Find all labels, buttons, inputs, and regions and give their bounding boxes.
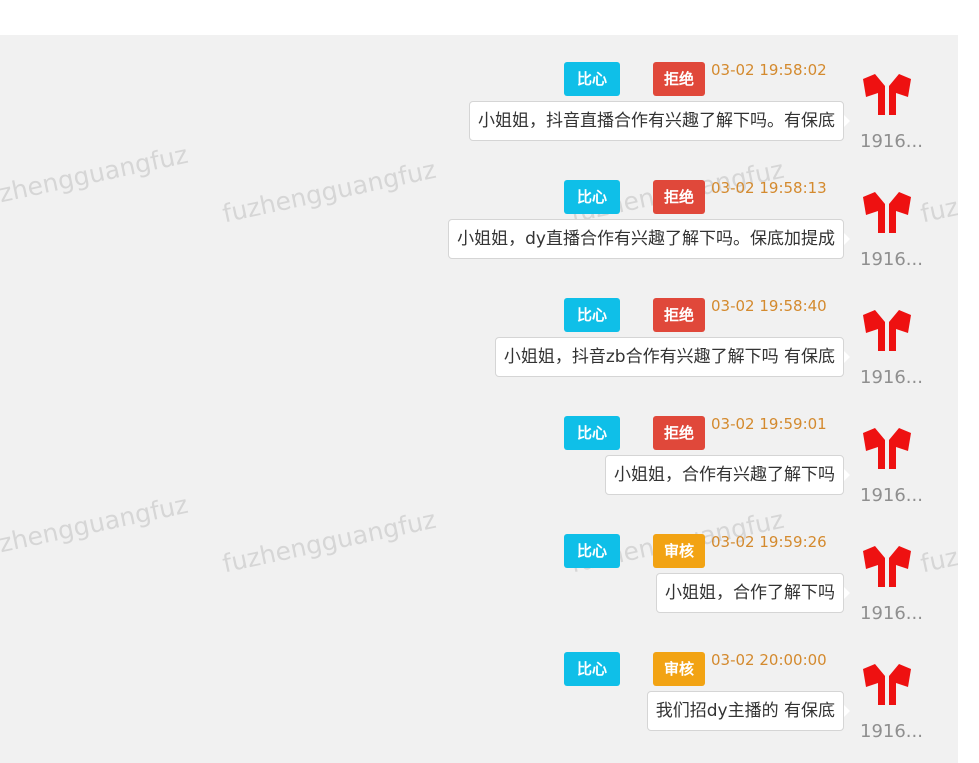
message-bubble: 小姐姐，合作有兴趣了解下吗 xyxy=(605,455,844,495)
message-timestamp: 03-02 19:58:40 xyxy=(711,297,827,315)
top-bar xyxy=(0,0,958,35)
bixin-tag[interactable]: 比心 xyxy=(564,62,620,96)
message-timestamp: 03-02 19:58:02 xyxy=(711,61,827,79)
bixin-tag[interactable]: 比心 xyxy=(564,298,620,332)
bubble-pointer xyxy=(844,233,850,245)
chat-message: 比心 拒绝 03-02 19:59:01 小姐姐，合作有兴趣了解下吗 1916.… xyxy=(0,389,958,507)
red-logo-avatar-icon[interactable] xyxy=(860,307,914,351)
bixin-tag[interactable]: 比心 xyxy=(564,652,620,686)
red-logo-avatar-icon[interactable] xyxy=(860,425,914,469)
message-timestamp: 03-02 19:59:01 xyxy=(711,415,827,433)
chat-message: 比心 审核 03-02 19:59:26 小姐姐，合作了解下吗 1916... xyxy=(0,507,958,625)
chat-message: 比心 审核 03-02 20:00:00 我们招dy主播的 有保底 1916..… xyxy=(0,625,958,743)
message-bubble: 我们招dy主播的 有保底 xyxy=(646,691,844,731)
review-tag[interactable]: 审核 xyxy=(653,652,705,686)
reject-tag[interactable]: 拒绝 xyxy=(653,416,705,450)
sender-id: 1916... xyxy=(860,721,923,742)
sender-id: 1916... xyxy=(860,603,923,624)
message-bubble: 小姐姐，抖音zb合作有兴趣了解下吗 有保底 xyxy=(494,337,844,377)
message-bubble: 小姐姐，抖音直播合作有兴趣了解下吗。有保底 xyxy=(469,101,844,141)
message-timestamp: 03-02 19:59:26 xyxy=(711,533,827,551)
reject-tag[interactable]: 拒绝 xyxy=(653,298,705,332)
chat-message: 比心 拒绝 03-02 19:58:40 小姐姐，抖音zb合作有兴趣了解下吗 有… xyxy=(0,271,958,389)
scrollbar-track[interactable] xyxy=(958,0,979,763)
sender-id: 1916... xyxy=(860,131,923,152)
bixin-tag[interactable]: 比心 xyxy=(564,534,620,568)
bubble-pointer xyxy=(844,705,850,717)
bubble-pointer xyxy=(844,351,850,363)
chat-message: 比心 拒绝 03-02 19:58:13 小姐姐，dy直播合作有兴趣了解下吗。保… xyxy=(0,153,958,271)
message-bubble: 小姐姐，合作了解下吗 xyxy=(656,573,844,613)
red-logo-avatar-icon[interactable] xyxy=(860,189,914,233)
review-tag[interactable]: 审核 xyxy=(653,534,705,568)
sender-id: 1916... xyxy=(860,485,923,506)
reject-tag[interactable]: 拒绝 xyxy=(653,62,705,96)
sender-id: 1916... xyxy=(860,249,923,270)
message-bubble: 小姐姐，dy直播合作有兴趣了解下吗。保底加提成 xyxy=(448,219,844,259)
red-logo-avatar-icon[interactable] xyxy=(860,543,914,587)
bixin-tag[interactable]: 比心 xyxy=(564,416,620,450)
reject-tag[interactable]: 拒绝 xyxy=(653,180,705,214)
bubble-pointer xyxy=(844,469,850,481)
chat-message: 比心 拒绝 03-02 19:58:02 小姐姐，抖音直播合作有兴趣了解下吗。有… xyxy=(0,35,958,153)
sender-id: 1916... xyxy=(860,367,923,388)
chat-message-list[interactable]: fuzhengguangfuz fuzhengguangfuz fuzhengg… xyxy=(0,35,958,763)
bubble-pointer xyxy=(844,115,850,127)
bubble-pointer xyxy=(844,587,850,599)
red-logo-avatar-icon[interactable] xyxy=(860,661,914,705)
message-timestamp: 03-02 19:58:13 xyxy=(711,179,827,197)
bixin-tag[interactable]: 比心 xyxy=(564,180,620,214)
red-logo-avatar-icon[interactable] xyxy=(860,71,914,115)
message-timestamp: 03-02 20:00:00 xyxy=(711,651,827,669)
